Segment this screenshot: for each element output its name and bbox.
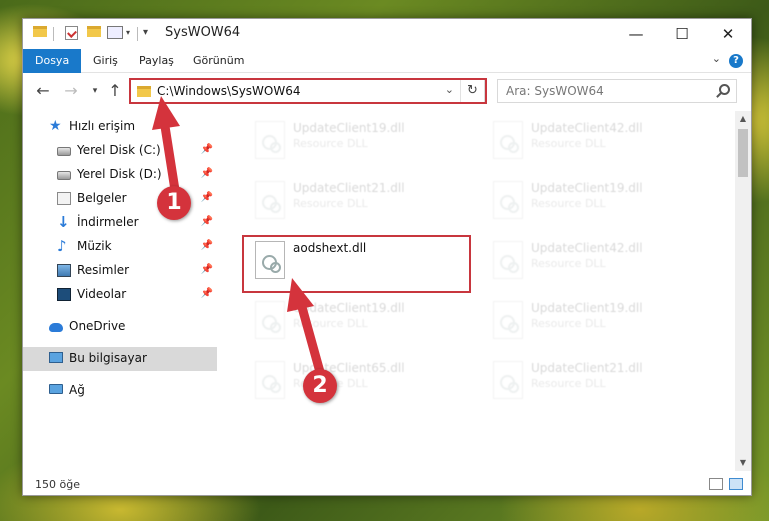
arrow-2-shaft <box>295 295 325 377</box>
annotation-arrows <box>152 96 325 377</box>
step-1-badge: 1 <box>157 186 191 220</box>
arrow-1-shaft <box>159 115 180 195</box>
arrow-1-head <box>152 96 180 130</box>
step-2-badge: 2 <box>303 369 337 403</box>
arrow-2-head <box>287 278 314 312</box>
